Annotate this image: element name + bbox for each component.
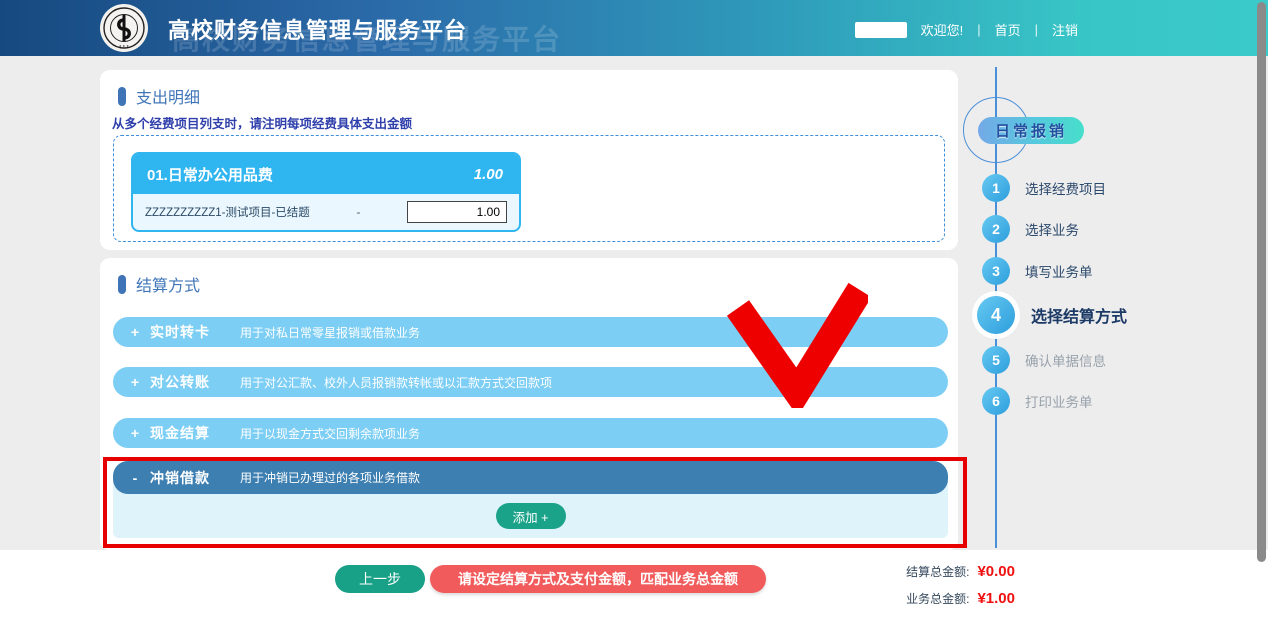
expense-items-container: 01.日常办公用品费 1.00 ZZZZZZZZZZ1-测试项目-已结题 - xyxy=(113,135,945,242)
method-description: 用于对公汇款、校外人员报销款转帐或以汇款方式交回款项 xyxy=(240,374,552,391)
method-row-offset-loan[interactable]: - 冲销借款 用于冲销已办理过的各项业务借款 xyxy=(113,461,948,494)
section-marker xyxy=(118,275,126,294)
settlement-total-line: 结算总金额: ¥0.00 xyxy=(865,558,1015,585)
expense-amount-input[interactable] xyxy=(407,201,507,223)
step-number-badge: 5 xyxy=(982,346,1010,374)
method-name: 实时转卡 xyxy=(150,322,210,342)
expense-claim-page: ★ ★ ★ 高校财务信息管理与服务平台 高校财务信息管理与服务平台 欢迎您! |… xyxy=(0,0,1268,622)
step-label: 选择经费项目 xyxy=(1025,178,1106,198)
settlement-method-card: 结算方式 + 实时转卡 用于对私日常零星报销或借款业务 + 对公转账 用于对公汇… xyxy=(100,258,958,550)
wizard-step-1[interactable]: 1 选择经费项目 xyxy=(982,174,1106,202)
method-name: 对公转账 xyxy=(150,372,210,392)
method-description: 用于冲销已办理过的各项业务借款 xyxy=(240,469,420,486)
settlement-total-value: ¥0.00 xyxy=(977,563,1015,580)
funding-source-label: ZZZZZZZZZZ1-测试项目-已结题 xyxy=(145,204,310,220)
wizard-badge: 日常报销 xyxy=(978,117,1084,144)
nav-logout-link[interactable]: 注销 xyxy=(1052,20,1078,39)
nav-separator: | xyxy=(1035,22,1038,37)
settlement-total-label: 结算总金额: xyxy=(906,563,969,580)
step-number-badge: 2 xyxy=(982,215,1010,243)
dash-separator: - xyxy=(310,205,407,219)
expense-item-amount: 1.00 xyxy=(474,166,503,183)
step-number-badge: 4 xyxy=(977,296,1015,334)
previous-step-button[interactable]: 上一步 xyxy=(335,565,425,593)
expense-item-name: 01.日常办公用品费 xyxy=(147,164,273,185)
expand-icon: + xyxy=(128,374,142,390)
settlement-section-header: 结算方式 xyxy=(118,272,200,296)
step-number-badge: 6 xyxy=(982,387,1010,415)
step-label: 选择结算方式 xyxy=(1031,303,1127,327)
method-row-realtime-card[interactable]: + 实时转卡 用于对私日常零星报销或借款业务 xyxy=(113,317,948,347)
footer-action-bar: 上一步 请设定结算方式及支付金额，匹配业务总金额 结算总金额: ¥0.00 业务… xyxy=(0,550,1268,622)
wizard-step-6[interactable]: 6 打印业务单 xyxy=(982,387,1093,415)
settlement-section-title: 结算方式 xyxy=(136,272,200,296)
wizard-step-3[interactable]: 3 填写业务单 xyxy=(982,257,1093,285)
method-name: 现金结算 xyxy=(150,423,210,443)
app-header: ★ ★ ★ 高校财务信息管理与服务平台 高校财务信息管理与服务平台 欢迎您! |… xyxy=(0,0,1268,56)
method-description: 用于对私日常零星报销或借款业务 xyxy=(240,324,420,341)
collapse-icon: - xyxy=(128,470,142,486)
expense-section-note: 从多个经费项目列支时，请注明每项经费具体支出金额 xyxy=(112,113,412,132)
expense-item-header[interactable]: 01.日常办公用品费 1.00 xyxy=(133,154,519,194)
business-total-value: ¥1.00 xyxy=(977,590,1015,607)
business-total-label: 业务总金额: xyxy=(906,590,969,607)
add-loan-button[interactable]: 添加 + xyxy=(496,503,566,529)
expense-funding-row: ZZZZZZZZZZ1-测试项目-已结题 - xyxy=(133,194,519,230)
step-label: 选择业务 xyxy=(1025,219,1079,239)
scrollbar-track[interactable] xyxy=(1255,560,1268,622)
nav-home-link[interactable]: 首页 xyxy=(995,20,1021,39)
svg-text:★ ★ ★: ★ ★ ★ xyxy=(119,44,129,48)
university-logo: ★ ★ ★ xyxy=(100,4,148,52)
welcome-text: 欢迎您! xyxy=(921,20,964,39)
method-row-corporate-transfer[interactable]: + 对公转账 用于对公汇款、校外人员报销款转帐或以汇款方式交回款项 xyxy=(113,367,948,397)
settlement-warning-button[interactable]: 请设定结算方式及支付金额，匹配业务总金额 xyxy=(430,565,766,593)
expand-icon: + xyxy=(128,425,142,441)
step-label: 填写业务单 xyxy=(1025,261,1093,281)
method-description: 用于以现金方式交回剩余款项业务 xyxy=(240,425,420,442)
method-group-offset-loan: - 冲销借款 用于冲销已办理过的各项业务借款 添加 + xyxy=(113,461,948,538)
expand-icon: + xyxy=(128,324,142,340)
expense-section-title: 支出明细 xyxy=(136,84,200,108)
username-redacted-block xyxy=(855,22,907,38)
expense-item-card: 01.日常办公用品费 1.00 ZZZZZZZZZZ1-测试项目-已结题 - xyxy=(131,152,521,232)
step-label: 确认单据信息 xyxy=(1025,350,1106,370)
step-number-badge: 3 xyxy=(982,257,1010,285)
step-number-badge: 1 xyxy=(982,174,1010,202)
method-row-cash-settlement[interactable]: + 现金结算 用于以现金方式交回剩余款项业务 xyxy=(113,418,948,448)
university-seal-icon: ★ ★ ★ xyxy=(102,6,146,50)
expense-detail-card: 支出明细 从多个经费项目列支时，请注明每项经费具体支出金额 01.日常办公用品费… xyxy=(100,70,958,250)
totals-summary: 结算总金额: ¥0.00 业务总金额: ¥1.00 xyxy=(865,558,1015,612)
wizard-step-2[interactable]: 2 选择业务 xyxy=(982,215,1079,243)
expense-section-header: 支出明细 xyxy=(118,84,200,108)
nav-separator: | xyxy=(977,22,980,37)
method-name: 冲销借款 xyxy=(150,468,210,488)
scrollbar-thumb[interactable] xyxy=(1257,2,1266,562)
business-total-line: 业务总金额: ¥1.00 xyxy=(865,585,1015,612)
wizard-step-5[interactable]: 5 确认单据信息 xyxy=(982,346,1106,374)
page-title: 高校财务信息管理与服务平台 xyxy=(168,13,467,45)
header-nav: 欢迎您! | 首页 | 注销 xyxy=(855,20,1078,39)
section-marker xyxy=(118,87,126,106)
step-label: 打印业务单 xyxy=(1025,391,1093,411)
wizard-step-4-current[interactable]: 4 选择结算方式 xyxy=(977,296,1127,334)
